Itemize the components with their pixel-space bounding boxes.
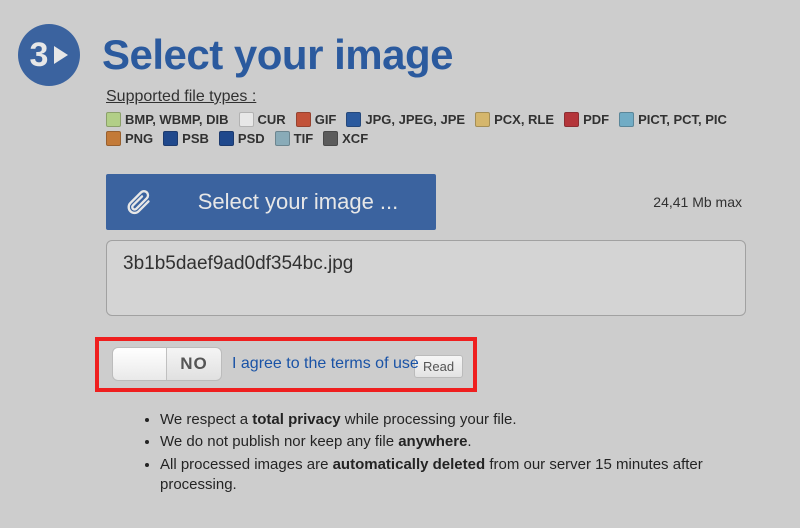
filetype-label: BMP, WBMP, DIB [125, 112, 229, 127]
filetype-icon [323, 131, 338, 146]
filetype-item: PSD [219, 131, 265, 146]
filetype-icon [219, 131, 234, 146]
filetype-item: PSB [163, 131, 209, 146]
terms-toggle[interactable]: NO [112, 347, 222, 381]
filetype-item: TIF [275, 131, 314, 146]
step-number: 3 [30, 36, 49, 75]
filetype-label: CUR [258, 112, 286, 127]
filetype-item: BMP, WBMP, DIB [106, 112, 229, 127]
selected-filename: 3b1b5daef9ad0df354bc.jpg [123, 253, 353, 274]
filetype-icon [475, 112, 490, 127]
filetype-icon [275, 131, 290, 146]
select-image-button[interactable]: Select your image ... [106, 174, 436, 230]
filetype-item: PNG [106, 131, 153, 146]
filetype-icon [106, 131, 121, 146]
supported-filetypes-label: Supported file types : [106, 88, 800, 106]
filetype-icon [239, 112, 254, 127]
privacy-notes: We respect a total privacy while process… [140, 410, 736, 497]
filetype-label: PDF [583, 112, 609, 127]
filetype-label: TIF [294, 131, 314, 146]
filetype-icon [564, 112, 579, 127]
filetype-label: PNG [125, 131, 153, 146]
toggle-knob [113, 348, 167, 380]
filetype-icon [163, 131, 178, 146]
filetype-icon [106, 112, 121, 127]
filetype-item: JPG, JPEG, JPE [346, 112, 465, 127]
filetype-icon [346, 112, 361, 127]
filetype-label: JPG, JPEG, JPE [365, 112, 465, 127]
filetype-item: PDF [564, 112, 609, 127]
privacy-line-2: We do not publish nor keep any file anyw… [160, 432, 736, 452]
filetype-icon [619, 112, 634, 127]
privacy-line-1: We respect a total privacy while process… [160, 410, 736, 430]
filetype-label: GIF [315, 112, 337, 127]
terms-link[interactable]: I agree to the terms of use [232, 355, 419, 373]
read-button[interactable]: Read [414, 355, 463, 378]
filetype-label: XCF [342, 131, 368, 146]
supported-filetypes-list: BMP, WBMP, DIB CUR GIF JPG, JPEG, JPE PCX, R… [106, 112, 766, 146]
select-image-label: Select your image ... [178, 189, 418, 215]
filetype-label: PSB [182, 131, 209, 146]
paperclip-icon [124, 188, 152, 216]
selected-filename-box: 3b1b5daef9ad0df354bc.jpg [106, 240, 746, 316]
toggle-state: NO [167, 348, 221, 380]
max-size-label: 24,41 Mb max [653, 194, 746, 210]
filetype-item: PICT, PCT, PIC [619, 112, 727, 127]
filetype-icon [296, 112, 311, 127]
filetype-label: PCX, RLE [494, 112, 554, 127]
filetype-item: GIF [296, 112, 337, 127]
filetype-item: XCF [323, 131, 368, 146]
filetype-item: CUR [239, 112, 286, 127]
filetype-label: PICT, PCT, PIC [638, 112, 727, 127]
privacy-line-3: All processed images are automatically d… [160, 455, 736, 496]
filetype-item: PCX, RLE [475, 112, 554, 127]
step-badge: 3 [18, 24, 80, 86]
filetype-label: PSD [238, 131, 265, 146]
page-title: Select your image [102, 31, 453, 79]
play-icon [54, 46, 68, 64]
